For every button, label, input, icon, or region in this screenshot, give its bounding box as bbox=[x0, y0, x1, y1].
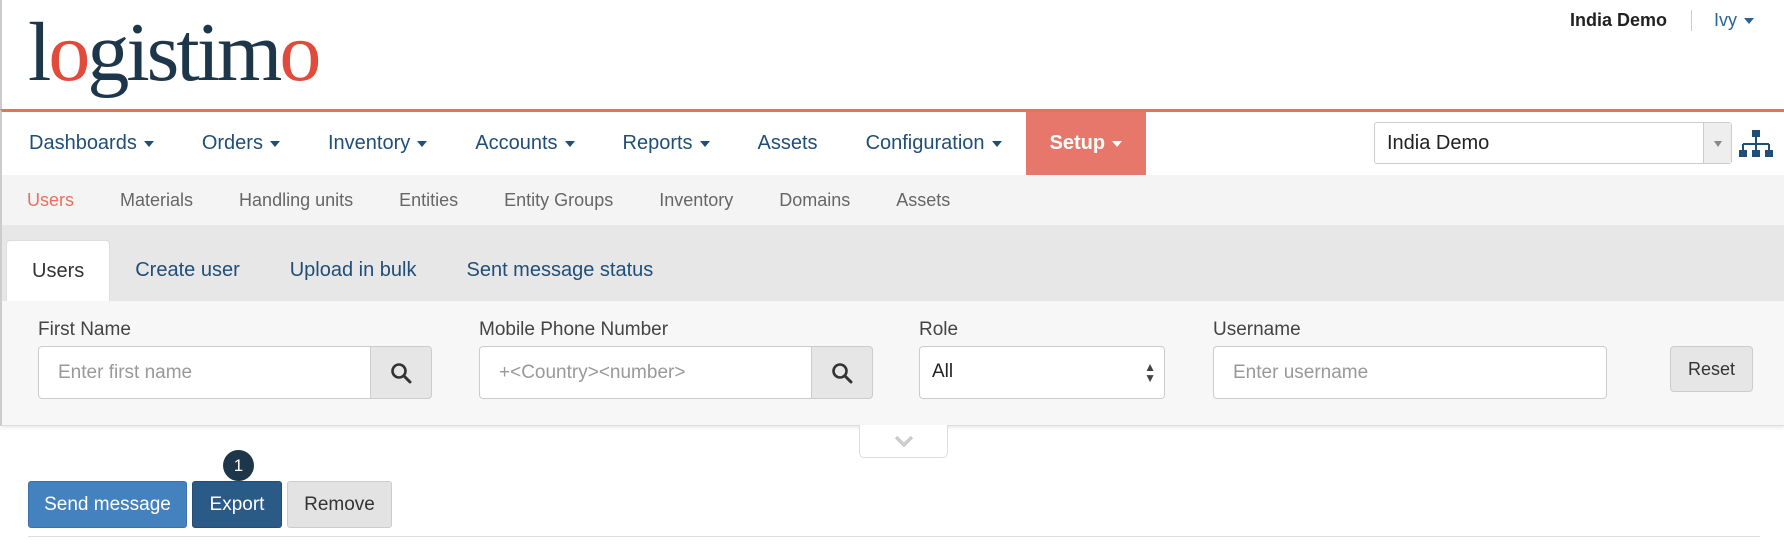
username-label: Username bbox=[1213, 319, 1301, 340]
subnav-domains[interactable]: Domains bbox=[756, 190, 873, 211]
nav-label: Setup bbox=[1049, 132, 1106, 154]
sub-nav: Users Materials Handling units Entities … bbox=[0, 175, 1784, 225]
chevron-down-icon bbox=[1744, 18, 1754, 25]
nav-label: Assets bbox=[757, 132, 818, 154]
nav-reports[interactable]: Reports bbox=[599, 112, 734, 175]
nav-setup[interactable]: Setup bbox=[1025, 112, 1147, 175]
chevron-down-icon bbox=[269, 140, 280, 147]
tab-upload-in-bulk[interactable]: Upload in bulk bbox=[265, 240, 442, 301]
tab-users[interactable]: Users bbox=[6, 240, 111, 301]
reset-button[interactable]: Reset bbox=[1670, 346, 1753, 392]
chevron-down-icon bbox=[417, 140, 428, 147]
filter-panel: First Name Enter first name Mobile Phone… bbox=[0, 301, 1784, 426]
main-nav: Dashboards Orders Inventory Accounts Rep… bbox=[0, 109, 1784, 175]
chevron-down-icon bbox=[143, 140, 154, 147]
user-menu[interactable]: Ivy bbox=[1692, 10, 1754, 31]
nav-label: Orders bbox=[201, 132, 263, 154]
nav-configuration[interactable]: Configuration bbox=[842, 112, 1026, 175]
collapse-filters-button[interactable] bbox=[859, 425, 948, 458]
send-message-button[interactable]: Send message bbox=[28, 481, 187, 528]
tab-sent-message-status[interactable]: Sent message status bbox=[441, 240, 678, 301]
nav-label: Inventory bbox=[327, 132, 411, 154]
role-select-value: All bbox=[932, 361, 954, 382]
nav-label: Dashboards bbox=[29, 132, 137, 154]
mobile-phone-input[interactable]: +<Country><number> bbox=[479, 346, 812, 399]
divider bbox=[28, 536, 1760, 537]
mobile-phone-label: Mobile Phone Number bbox=[479, 319, 669, 340]
tab-create-user[interactable]: Create user bbox=[110, 240, 265, 301]
subnav-handling-units[interactable]: Handling units bbox=[216, 190, 376, 211]
hierarchy-icon[interactable] bbox=[1738, 128, 1774, 160]
nav-assets[interactable]: Assets bbox=[734, 112, 842, 175]
subnav-inventory[interactable]: Inventory bbox=[636, 190, 756, 211]
subnav-users[interactable]: Users bbox=[4, 190, 97, 211]
tab-bar: Users Create user Upload in bulk Sent me… bbox=[0, 225, 1784, 301]
chevron-down-icon bbox=[894, 435, 913, 447]
nav-label: Reports bbox=[622, 132, 693, 154]
step-badge: 1 bbox=[223, 450, 254, 481]
search-icon bbox=[832, 362, 853, 383]
username-input[interactable]: Enter username bbox=[1213, 346, 1607, 399]
domain-select[interactable]: India Demo bbox=[1374, 122, 1732, 164]
remove-button[interactable]: Remove bbox=[287, 481, 392, 528]
first-name-label: First Name bbox=[38, 319, 131, 340]
nav-inventory[interactable]: Inventory bbox=[304, 112, 451, 175]
role-label: Role bbox=[919, 319, 959, 340]
nav-label: Accounts bbox=[475, 132, 558, 154]
chevron-down-icon bbox=[991, 140, 1002, 147]
first-name-input[interactable]: Enter first name bbox=[38, 346, 371, 399]
mobile-phone-search-button[interactable] bbox=[811, 346, 873, 399]
logo[interactable]: logistimo bbox=[28, 8, 321, 98]
subnav-assets[interactable]: Assets bbox=[873, 190, 973, 211]
export-button[interactable]: Export bbox=[192, 481, 282, 528]
subnav-entities[interactable]: Entities bbox=[376, 190, 481, 211]
chevron-down-icon bbox=[699, 140, 710, 147]
chevron-down-icon bbox=[1112, 140, 1123, 147]
chevron-down-icon[interactable] bbox=[1703, 123, 1731, 163]
role-select[interactable]: All ▲ ▼ bbox=[919, 346, 1165, 399]
nav-accounts[interactable]: Accounts bbox=[451, 112, 598, 175]
nav-dashboards[interactable]: Dashboards bbox=[5, 112, 178, 175]
domain-select-value: India Demo bbox=[1387, 132, 1490, 154]
search-icon bbox=[391, 362, 412, 383]
subnav-entity-groups[interactable]: Entity Groups bbox=[481, 190, 636, 211]
chevron-down-icon bbox=[564, 140, 575, 147]
nav-label: Configuration bbox=[865, 132, 985, 154]
header: logistimo India Demo Ivy bbox=[0, 0, 1784, 110]
current-domain-label: India Demo bbox=[1570, 10, 1692, 31]
select-arrows-icon: ▲ ▼ bbox=[1144, 360, 1156, 385]
header-right: India Demo Ivy bbox=[1570, 10, 1754, 31]
subnav-materials[interactable]: Materials bbox=[97, 190, 216, 211]
first-name-search-button[interactable] bbox=[370, 346, 432, 399]
user-name: Ivy bbox=[1713, 10, 1737, 30]
nav-orders[interactable]: Orders bbox=[178, 112, 304, 175]
